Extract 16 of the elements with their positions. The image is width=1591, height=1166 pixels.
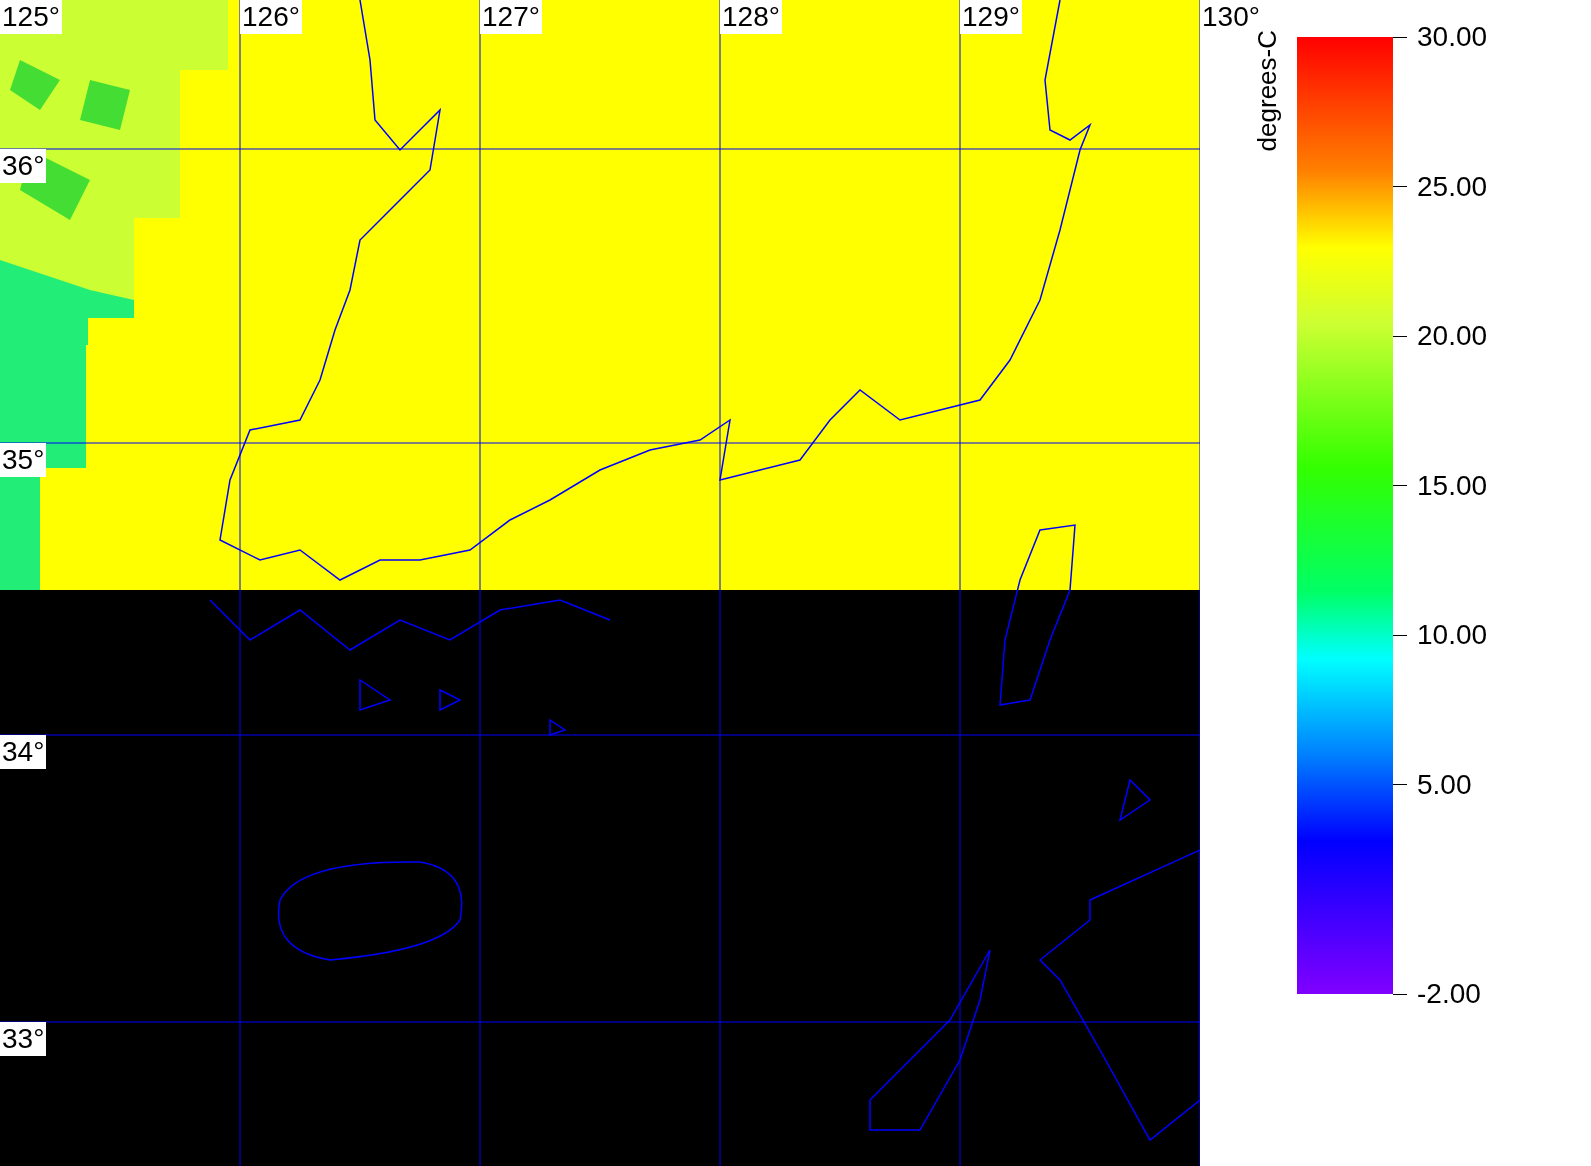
latitude-label: 34°: [0, 735, 47, 769]
colorbar-tick-label: 15.00: [1417, 469, 1488, 502]
longitude-label: 126°: [240, 0, 302, 34]
colorbar-tick-label: 10.00: [1417, 619, 1488, 652]
longitude-label: 125°: [0, 0, 62, 34]
longitude-label: 127°: [480, 0, 542, 34]
colorbar-tick-label: 30.00: [1417, 21, 1488, 53]
colorbar-tick-label: -2.00: [1417, 978, 1481, 1010]
colorbar-tick-label: 20.00: [1417, 320, 1488, 353]
longitude-label: 129°: [960, 0, 1022, 34]
latitude-label: 36°: [0, 149, 47, 183]
latitude-label: 35°: [0, 443, 47, 477]
longitude-label: 128°: [720, 0, 782, 34]
colorbar-tick-label: 25.00: [1417, 170, 1488, 203]
latitude-label: 33°: [0, 1022, 47, 1056]
colorbar-tick-label: 5.00: [1417, 768, 1472, 801]
